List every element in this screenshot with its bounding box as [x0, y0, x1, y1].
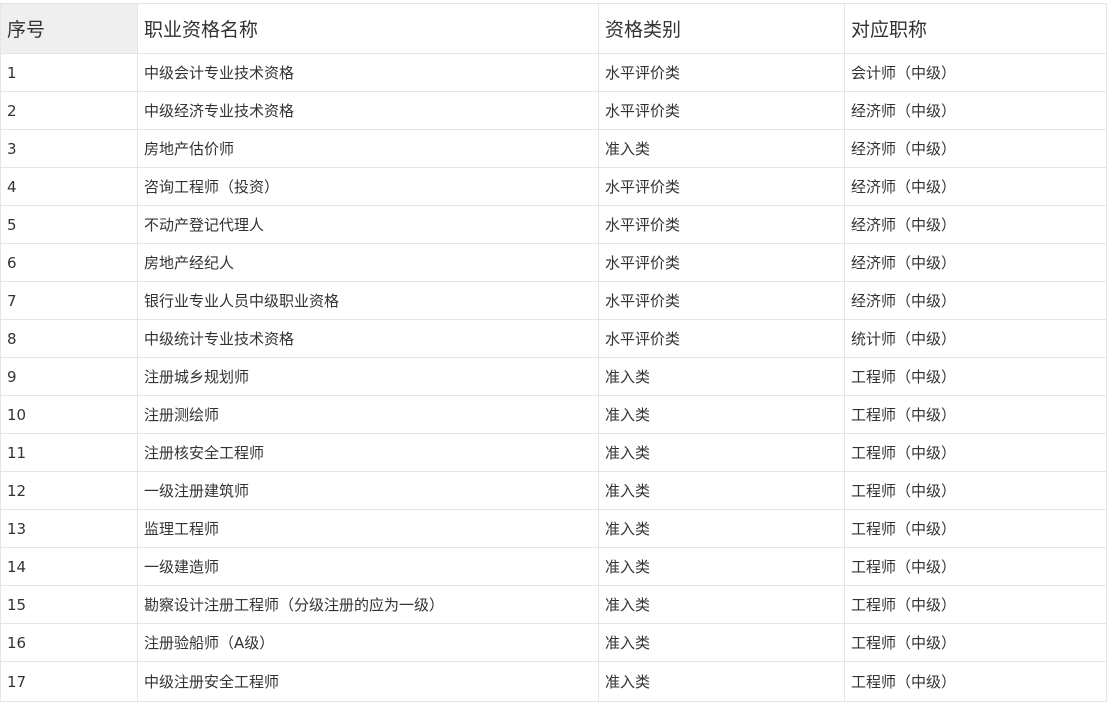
cell-qualification-name: 中级会计专业技术资格 [137, 53, 599, 92]
cell-qualification-category: 准入类 [598, 509, 845, 548]
cell-qualification-category: 水平评价类 [598, 243, 845, 282]
table-row: 17 中级注册安全工程师 准入类 工程师（中级） [0, 661, 1107, 702]
cell-qualification-name: 中级统计专业技术资格 [137, 319, 599, 358]
cell-qualification-category: 准入类 [598, 585, 845, 624]
table-row: 5 不动产登记代理人 水平评价类 经济师（中级） [0, 205, 1107, 244]
cell-index: 15 [0, 585, 138, 624]
cell-qualification-category: 水平评价类 [598, 53, 845, 92]
table-row: 12 一级注册建筑师 准入类 工程师（中级） [0, 471, 1107, 510]
header-corresponding-title: 对应职称 [844, 3, 1107, 54]
cell-index: 1 [0, 53, 138, 92]
cell-index: 2 [0, 91, 138, 130]
cell-corresponding-title: 工程师（中级） [844, 395, 1107, 434]
cell-qualification-name: 中级经济专业技术资格 [137, 91, 599, 130]
cell-qualification-category: 准入类 [598, 661, 845, 702]
cell-qualification-name: 注册验船师（A级） [137, 623, 599, 662]
table-row: 3 房地产估价师 准入类 经济师（中级） [0, 129, 1107, 168]
cell-index: 5 [0, 205, 138, 244]
cell-index: 10 [0, 395, 138, 434]
cell-index: 16 [0, 623, 138, 662]
table-row: 8 中级统计专业技术资格 水平评价类 统计师（中级） [0, 319, 1107, 358]
table-row: 6 房地产经纪人 水平评价类 经济师（中级） [0, 243, 1107, 282]
cell-qualification-category: 水平评价类 [598, 205, 845, 244]
cell-index: 11 [0, 433, 138, 472]
cell-qualification-category: 准入类 [598, 433, 845, 472]
cell-qualification-name: 注册测绘师 [137, 395, 599, 434]
cell-corresponding-title: 工程师（中级） [844, 661, 1107, 702]
cell-index: 9 [0, 357, 138, 396]
cell-corresponding-title: 经济师（中级） [844, 205, 1107, 244]
table-row: 13 监理工程师 准入类 工程师（中级） [0, 509, 1107, 548]
header-qualification-name: 职业资格名称 [137, 3, 599, 54]
cell-corresponding-title: 经济师（中级） [844, 91, 1107, 130]
cell-qualification-category: 准入类 [598, 395, 845, 434]
table-row: 11 注册核安全工程师 准入类 工程师（中级） [0, 433, 1107, 472]
cell-qualification-name: 房地产经纪人 [137, 243, 599, 282]
cell-corresponding-title: 经济师（中级） [844, 281, 1107, 320]
cell-index: 13 [0, 509, 138, 548]
cell-qualification-category: 水平评价类 [598, 91, 845, 130]
cell-qualification-category: 准入类 [598, 623, 845, 662]
cell-index: 8 [0, 319, 138, 358]
header-qualification-category: 资格类别 [598, 3, 845, 54]
table-row: 4 咨询工程师（投资） 水平评价类 经济师（中级） [0, 167, 1107, 206]
table-row: 14 一级建造师 准入类 工程师（中级） [0, 547, 1107, 586]
cell-index: 7 [0, 281, 138, 320]
cell-corresponding-title: 工程师（中级） [844, 585, 1107, 624]
table-row: 15 勘察设计注册工程师（分级注册的应为一级） 准入类 工程师（中级） [0, 585, 1107, 624]
cell-qualification-name: 注册核安全工程师 [137, 433, 599, 472]
qualification-table-container: 序号 职业资格名称 资格类别 对应职称 1 中级会计专业技术资格 水平评价类 会… [0, 3, 1107, 702]
cell-corresponding-title: 经济师（中级） [844, 167, 1107, 206]
cell-index: 14 [0, 547, 138, 586]
cell-corresponding-title: 工程师（中级） [844, 547, 1107, 586]
cell-qualification-category: 水平评价类 [598, 319, 845, 358]
cell-qualification-name: 注册城乡规划师 [137, 357, 599, 396]
cell-corresponding-title: 经济师（中级） [844, 243, 1107, 282]
cell-corresponding-title: 经济师（中级） [844, 129, 1107, 168]
table-row: 7 银行业专业人员中级职业资格 水平评价类 经济师（中级） [0, 281, 1107, 320]
cell-corresponding-title: 工程师（中级） [844, 433, 1107, 472]
cell-corresponding-title: 工程师（中级） [844, 357, 1107, 396]
cell-qualification-name: 不动产登记代理人 [137, 205, 599, 244]
cell-qualification-category: 水平评价类 [598, 281, 845, 320]
cell-corresponding-title: 会计师（中级） [844, 53, 1107, 92]
table-row: 10 注册测绘师 准入类 工程师（中级） [0, 395, 1107, 434]
table-row: 16 注册验船师（A级） 准入类 工程师（中级） [0, 623, 1107, 662]
cell-qualification-name: 监理工程师 [137, 509, 599, 548]
cell-qualification-name: 银行业专业人员中级职业资格 [137, 281, 599, 320]
cell-qualification-name: 勘察设计注册工程师（分级注册的应为一级） [137, 585, 599, 624]
cell-qualification-name: 中级注册安全工程师 [137, 661, 599, 702]
cell-qualification-category: 准入类 [598, 129, 845, 168]
cell-qualification-name: 咨询工程师（投资） [137, 167, 599, 206]
cell-corresponding-title: 工程师（中级） [844, 623, 1107, 662]
cell-corresponding-title: 工程师（中级） [844, 471, 1107, 510]
table-row: 1 中级会计专业技术资格 水平评价类 会计师（中级） [0, 53, 1107, 92]
cell-index: 4 [0, 167, 138, 206]
table-row: 2 中级经济专业技术资格 水平评价类 经济师（中级） [0, 91, 1107, 130]
cell-index: 17 [0, 661, 138, 702]
cell-qualification-category: 准入类 [598, 357, 845, 396]
cell-corresponding-title: 统计师（中级） [844, 319, 1107, 358]
cell-qualification-name: 一级建造师 [137, 547, 599, 586]
table-row: 9 注册城乡规划师 准入类 工程师（中级） [0, 357, 1107, 396]
cell-qualification-name: 房地产估价师 [137, 129, 599, 168]
cell-qualification-category: 准入类 [598, 547, 845, 586]
cell-qualification-name: 一级注册建筑师 [137, 471, 599, 510]
cell-index: 12 [0, 471, 138, 510]
cell-qualification-category: 准入类 [598, 471, 845, 510]
header-index: 序号 [0, 3, 138, 54]
cell-index: 3 [0, 129, 138, 168]
cell-corresponding-title: 工程师（中级） [844, 509, 1107, 548]
table-header-row: 序号 职业资格名称 资格类别 对应职称 [0, 3, 1107, 54]
cell-index: 6 [0, 243, 138, 282]
cell-qualification-category: 水平评价类 [598, 167, 845, 206]
qualification-table: 序号 职业资格名称 资格类别 对应职称 1 中级会计专业技术资格 水平评价类 会… [0, 3, 1107, 702]
